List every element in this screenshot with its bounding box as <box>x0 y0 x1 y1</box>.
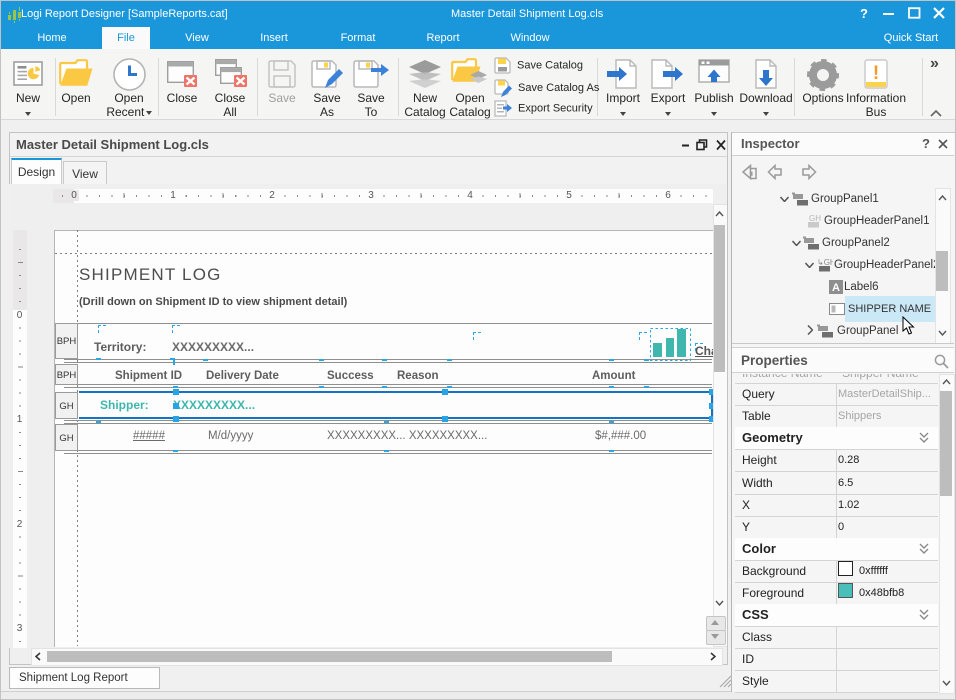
svg-text:↳GH: ↳GH <box>817 258 833 267</box>
svg-text:A: A <box>832 282 840 294</box>
svg-text:GH: GH <box>809 214 821 223</box>
svg-text:!: ! <box>873 63 879 84</box>
